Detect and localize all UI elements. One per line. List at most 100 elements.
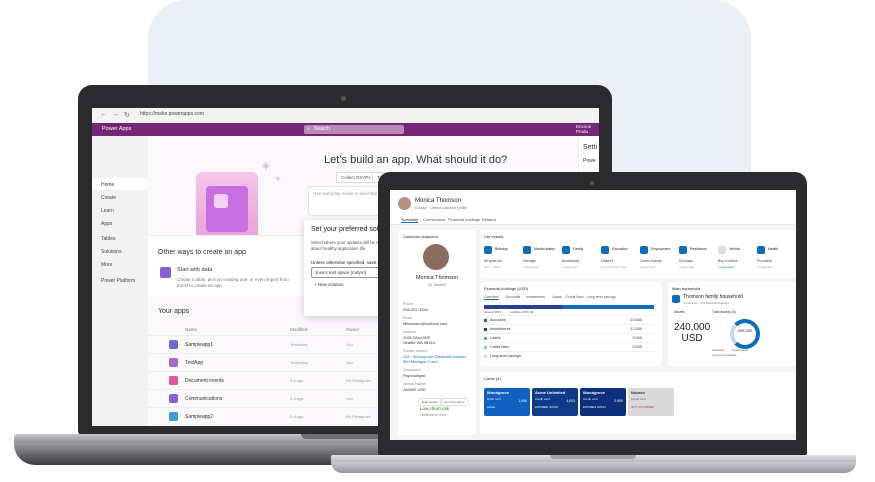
laptop-back-notch: [301, 434, 387, 439]
nav-create[interactable]: Create: [101, 195, 116, 201]
tag: Non tech-savvy: [440, 398, 469, 406]
settings-title: Setti: [583, 144, 598, 151]
legend-dot: [484, 337, 487, 340]
settings-item[interactable]: Powe: [583, 158, 596, 164]
event-icon: [718, 246, 726, 254]
bank-card[interactable]: Acme Unlimited Credit card 4,003 EXPIRED SO…: [532, 388, 578, 416]
refresh-icon[interactable]: ↻: [124, 111, 130, 119]
nav-learn[interactable]: Learn: [101, 208, 114, 214]
event-title: Family: [573, 247, 584, 251]
card-status: EXPIRES SOON: [583, 405, 606, 409]
nav-home[interactable]: Home: [101, 182, 114, 188]
app-row[interactable]: Sampleapp2 3 d ago Nir Feinapuch: [148, 407, 388, 426]
fin-tab-credit-lines[interactable]: Credit lines: [566, 295, 584, 299]
life-event[interactable]: Vehicle Buy a vehicle + Add event: [718, 246, 756, 274]
household-name[interactable]: Thomson family household: [683, 294, 743, 300]
legend-dot: [484, 346, 487, 349]
app-icon: [169, 340, 178, 349]
new-solution-button[interactable]: + New solution: [314, 282, 344, 287]
app-name[interactable]: Sampleapp1: [185, 342, 213, 348]
bank-card[interactable]: Woodgrove Debit card 1,094 Active: [484, 388, 530, 416]
phone-value: 206-307-3344: [403, 307, 428, 312]
suggestion-chip[interactable]: Collect RSVPs: [336, 172, 376, 183]
search-input[interactable]: ⌕ Search: [304, 125, 404, 134]
event-sub: 2 years ago: [640, 265, 656, 269]
tab-summary[interactable]: Summary: [401, 217, 419, 223]
life-event[interactable]: Health Procedure 4 years ago: [757, 246, 795, 274]
fin-tab-investments[interactable]: Investments: [526, 295, 545, 299]
forward-icon[interactable]: →: [112, 111, 119, 118]
powerapps-header: Power Apps ⌕ Search Environ Produ: [92, 123, 599, 136]
nav-solutions[interactable]: Solutions: [101, 249, 122, 255]
life-event[interactable]: Birthday 46 years old Jan 7, 2023: [484, 246, 522, 274]
bank-card[interactable]: Woodgrove Credit card 2,990 EXPIRES SOON: [580, 388, 626, 416]
nav-apps[interactable]: Apps: [101, 221, 112, 227]
household-desc: 4 members · 2% financial holdings: [683, 301, 729, 305]
environment-label[interactable]: Environ Produ: [576, 124, 591, 134]
tab-related[interactable]: Related: [482, 217, 496, 222]
fin-tab-accounts[interactable]: Accounts: [506, 295, 520, 299]
life-events: Life events Birthday 46 years old Jan 7, 2…: [480, 230, 796, 278]
fin-tab-loans[interactable]: Loans: [552, 295, 562, 299]
app-name[interactable]: TestApp: [185, 360, 203, 366]
branch-link[interactable]: 115 - Woodgrove Savannah branch 55d Mich…: [403, 354, 466, 364]
app-owner: You: [346, 360, 353, 365]
tab-connections[interactable]: Connections: [423, 217, 445, 222]
tab-financial-holdings[interactable]: Financial holdings: [448, 217, 480, 222]
contact-sub: Contact · Unified customer profile: [415, 206, 467, 210]
table-icon: [160, 267, 171, 278]
legend-dot: [484, 355, 487, 358]
life-event[interactable]: Employment Career change 2 years ago: [640, 246, 678, 274]
add-event-link[interactable]: + Add event: [718, 265, 734, 269]
card-number: 4,003: [566, 399, 575, 403]
assets-segment: [484, 305, 562, 309]
life-event[interactable]: Education Master's 6 months from now: [601, 246, 639, 274]
app-row[interactable]: TestApp Yesterday You: [148, 353, 388, 372]
search-icon: ⌕: [307, 126, 310, 132]
holding-value: 9,000: [632, 336, 642, 340]
card-brand: Acme Unlimited: [535, 390, 566, 395]
start-with-data-title[interactable]: Start with data: [177, 267, 212, 273]
bank-card[interactable]: Novaro Credit card NOT ACTIVATED: [628, 388, 674, 416]
app-row[interactable]: Sampleapp1 Yesterday You: [148, 335, 388, 354]
sparkle-icon: ✦: [260, 158, 272, 174]
liabilities-segment: [562, 305, 654, 309]
household-title: Main household: [672, 286, 701, 291]
back-icon[interactable]: ←: [100, 111, 107, 118]
household-amount: 240,000 USD: [674, 322, 711, 344]
life-event[interactable]: Marital status Marriage 4 years ago: [523, 246, 561, 274]
nav-more[interactable]: More: [101, 262, 112, 268]
income-value: 240000 USD: [403, 387, 426, 392]
holding-row[interactable]: Long term savings: [484, 351, 656, 361]
col-owner[interactable]: Owner: [346, 327, 359, 332]
app-row[interactable]: Communications 3 d ago You: [148, 389, 388, 408]
field-label: Occupation: [403, 368, 421, 372]
contact-header: Monica Thomson Contact · Unified custome…: [390, 190, 796, 225]
nav-tables[interactable]: Tables: [101, 236, 115, 242]
col-name[interactable]: Name: [185, 327, 197, 332]
fin-tab-overview[interactable]: Overview: [484, 295, 499, 300]
holding-key: Accounts: [490, 318, 506, 322]
assets-legend: Assets $45%: [484, 310, 502, 314]
app-owner: You: [346, 396, 353, 401]
url-text[interactable]: https://make.powerapps.com: [140, 111, 204, 117]
life-event[interactable]: Residence Purchase 4 years ago: [679, 246, 717, 274]
app-row[interactable]: Document events 3 d ago Nir Feinapuch: [148, 371, 388, 390]
app-name[interactable]: Sampleapp2: [185, 414, 213, 420]
app-modified: Yesterday: [290, 342, 308, 347]
start-with-data-desc: Create a table, pick an existing one, or…: [177, 277, 289, 288]
fin-tab-long-term-savings[interactable]: Long term savings: [587, 295, 616, 299]
event-sub: 3 years ago: [562, 265, 578, 269]
legend-dot: [484, 328, 487, 331]
col-modified[interactable]: Modified: [290, 327, 307, 332]
app-name[interactable]: Communications: [185, 396, 222, 402]
app-owner: Nir Feinapuch: [346, 414, 371, 419]
card-brand: Woodgrove: [487, 390, 509, 395]
browser-bar: ← → ↻ https://make.powerapps.com: [92, 108, 599, 124]
email-value: Mthomson@outlook.com: [403, 321, 448, 326]
life-event[interactable]: Family Anniversary 3 years ago: [562, 246, 600, 274]
legend-item: Accounts: [712, 348, 725, 352]
app-name[interactable]: Document events: [185, 378, 224, 384]
snapshot-title: Customer snapshot: [403, 234, 438, 239]
nav-power-platform[interactable]: Power Platform: [101, 278, 135, 284]
